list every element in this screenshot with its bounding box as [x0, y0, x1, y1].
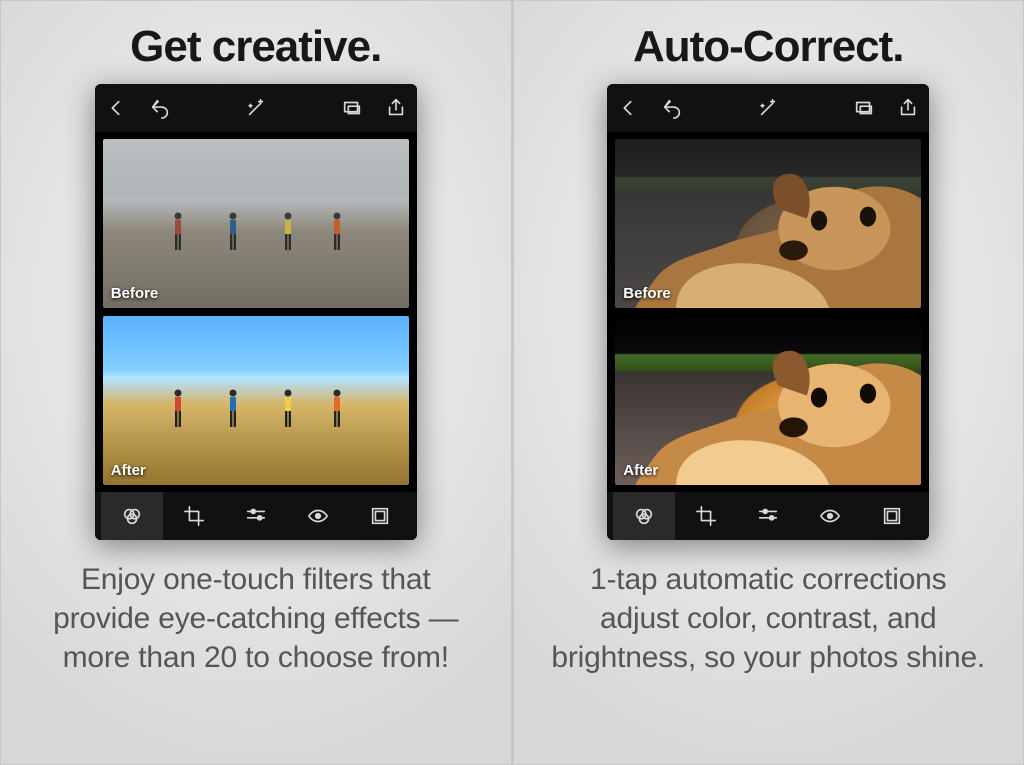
after-image: After [615, 316, 921, 485]
border-tab[interactable] [861, 492, 923, 540]
eye-icon [819, 505, 841, 527]
eye-icon [307, 505, 329, 527]
before-image: Before [103, 139, 409, 308]
back-icon[interactable] [617, 97, 639, 119]
crop-preset-icon[interactable] [341, 97, 363, 119]
share-icon[interactable] [385, 97, 407, 119]
people-silhouettes [103, 196, 409, 257]
looks-icon [633, 505, 655, 527]
back-icon[interactable] [105, 97, 127, 119]
sliders-icon [757, 505, 779, 527]
caption: Enjoy one-touch filters that provide eye… [36, 560, 476, 677]
border-tab[interactable] [349, 492, 411, 540]
frame-icon [881, 505, 903, 527]
crop-icon [183, 505, 205, 527]
looks-icon [121, 505, 143, 527]
redeye-tab[interactable] [799, 492, 861, 540]
before-after-compare: Before After [95, 133, 417, 491]
redeye-tab[interactable] [287, 492, 349, 540]
magic-wand-icon[interactable] [245, 97, 267, 119]
crop-tab[interactable] [163, 492, 225, 540]
before-label: Before [111, 285, 159, 302]
after-image: After [103, 316, 409, 485]
adjust-tab[interactable] [225, 492, 287, 540]
headline: Get creative. [130, 22, 381, 72]
looks-tab[interactable] [613, 492, 675, 540]
editor-bottombar [607, 491, 929, 540]
phone-mock: Before After [607, 84, 929, 540]
adjust-tab[interactable] [737, 492, 799, 540]
crop-preset-icon[interactable] [853, 97, 875, 119]
crop-tab[interactable] [675, 492, 737, 540]
promo-panel-1: Get creative. Before [0, 0, 512, 765]
editor-topbar [607, 84, 929, 133]
dog-illustration [615, 316, 921, 485]
crop-icon [695, 505, 717, 527]
looks-tab[interactable] [101, 492, 163, 540]
people-silhouettes [103, 373, 409, 434]
dog-illustration [615, 139, 921, 308]
frame-icon [369, 505, 391, 527]
undo-icon[interactable] [661, 97, 683, 119]
before-label: Before [623, 285, 671, 302]
magic-wand-icon[interactable] [757, 97, 779, 119]
headline: Auto-Correct. [633, 22, 904, 72]
before-image: Before [615, 139, 921, 308]
before-after-compare: Before After [607, 133, 929, 491]
undo-icon[interactable] [149, 97, 171, 119]
after-label: After [623, 462, 658, 479]
after-label: After [111, 462, 146, 479]
caption: 1-tap automatic corrections adjust color… [549, 560, 989, 677]
promo-panel-2: Auto-Correct. [512, 0, 1024, 765]
sliders-icon [245, 505, 267, 527]
editor-bottombar [95, 491, 417, 540]
editor-topbar [95, 84, 417, 133]
phone-mock: Before After [95, 84, 417, 540]
share-icon[interactable] [897, 97, 919, 119]
